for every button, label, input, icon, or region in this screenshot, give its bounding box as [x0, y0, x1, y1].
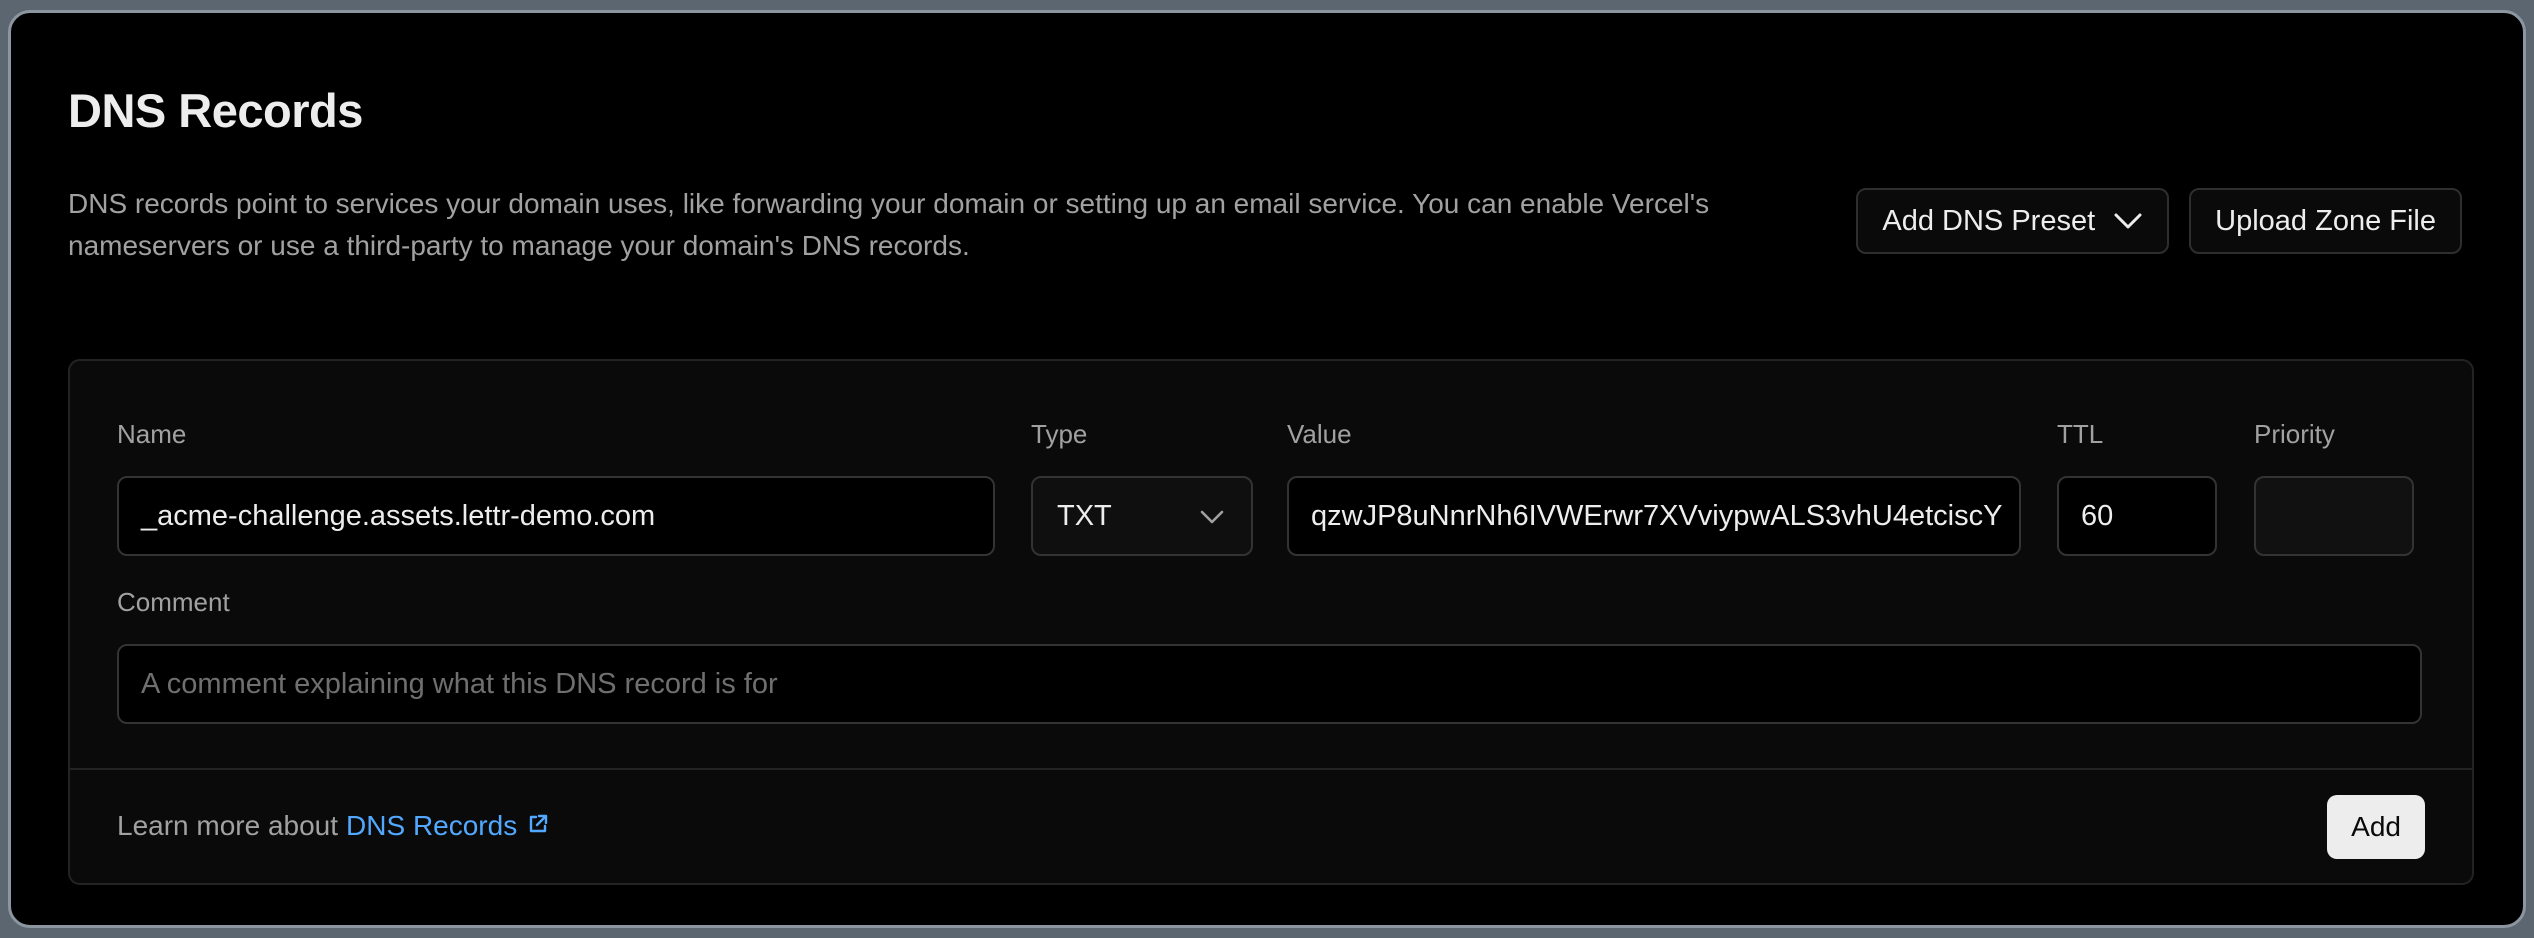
value-input[interactable]: qzwJP8uNnrNh6IVWErwr7XVviypwALS3vhU4etci… [1287, 476, 2021, 556]
ttl-label: TTL [2057, 419, 2104, 449]
form-footer: Learn more about DNS Records Add [70, 768, 2472, 883]
ttl-input[interactable]: 60 [2057, 476, 2217, 556]
name-label: Name [117, 419, 187, 449]
dns-records-link[interactable]: DNS Records [346, 810, 549, 842]
learn-more-prefix: Learn more about [117, 810, 339, 841]
type-select-value: TXT [1057, 499, 1112, 532]
type-label: Type [1031, 419, 1088, 449]
name-input[interactable]: _acme-challenge.assets.lettr-demo.com [117, 476, 995, 556]
add-dns-preset-label: Add DNS Preset [1882, 204, 2096, 237]
page-title: DNS Records [68, 84, 363, 137]
dns-record-form: Name _acme-challenge.assets.lettr-demo.c… [68, 359, 2474, 885]
app-window: DNS Records DNS records point to service… [8, 10, 2526, 928]
comment-input[interactable]: A comment explaining what this DNS recor… [117, 644, 2422, 724]
page-description: DNS records point to services your domai… [68, 188, 1710, 261]
priority-input[interactable] [2254, 476, 2414, 556]
priority-label: Priority [2254, 419, 2335, 449]
add-record-button[interactable]: Add [2327, 795, 2425, 859]
chevron-down-icon [1199, 500, 1225, 533]
type-select[interactable]: TXT [1031, 476, 1253, 556]
upload-zone-file-button[interactable]: Upload Zone File [2189, 188, 2462, 254]
learn-more-text: Learn more about DNS Records [117, 810, 549, 842]
value-label: Value [1287, 419, 1352, 449]
add-dns-preset-button[interactable]: Add DNS Preset [1856, 188, 2170, 254]
external-link-icon [527, 810, 549, 842]
header-actions: Add DNS Preset Upload Zone File [1856, 188, 2462, 254]
chevron-down-icon [2113, 211, 2143, 231]
comment-label: Comment [117, 587, 230, 617]
dns-records-link-label: DNS Records [346, 810, 518, 841]
